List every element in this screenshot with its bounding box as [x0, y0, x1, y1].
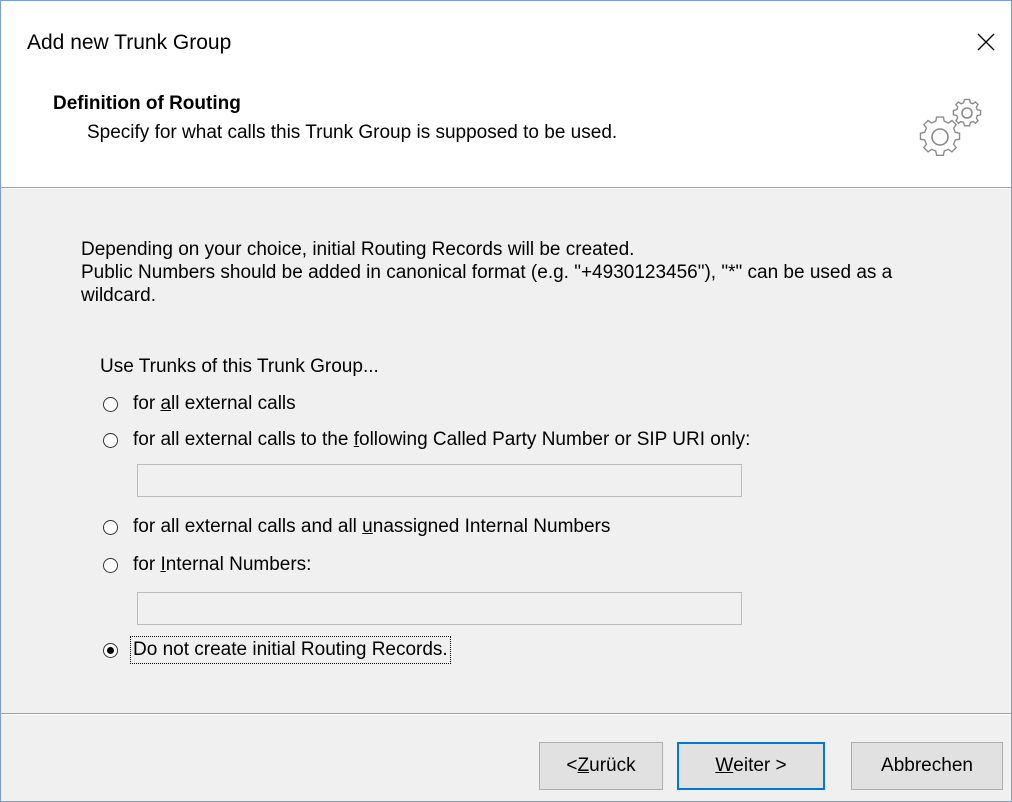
radio-button-selected[interactable] [103, 642, 118, 658]
radio-following-number[interactable]: for all external calls to the following … [103, 427, 750, 453]
radio-button[interactable] [103, 396, 118, 412]
radio-label: for all external calls and all unassigne… [133, 516, 611, 537]
close-icon[interactable] [969, 25, 1003, 59]
radio-label: for all external calls [133, 393, 296, 414]
options-group-label: Use Trunks of this Trunk Group... [100, 356, 379, 377]
called-party-number-input[interactable] [137, 464, 742, 497]
title-bar: Add new Trunk Group [1, 1, 1011, 85]
radio-all-external[interactable]: for all external calls [103, 391, 296, 417]
radio-label: for Internal Numbers: [133, 554, 312, 575]
radio-button[interactable] [103, 519, 118, 535]
radio-no-records[interactable]: Do not create initial Routing Records. [103, 636, 451, 664]
back-button[interactable]: < Zurück [539, 742, 663, 790]
cancel-button[interactable]: Abbrechen [851, 742, 1003, 790]
description-line-2: Public Numbers should be added in canoni… [81, 262, 893, 306]
radio-unassigned[interactable]: for all external calls and all unassigne… [103, 514, 610, 540]
radio-label: Do not create initial Routing Records. [130, 636, 451, 664]
description: Depending on your choice, initial Routin… [81, 238, 961, 307]
radio-label: for all external calls to the following … [133, 429, 751, 450]
window-title: Add new Trunk Group [27, 31, 232, 54]
radio-internal-numbers[interactable]: for Internal Numbers: [103, 552, 311, 578]
header-title: Definition of Routing [53, 93, 241, 114]
next-button[interactable]: Weiter > [677, 742, 825, 790]
header-subtitle: Specify for what calls this Trunk Group … [87, 122, 618, 143]
radio-button[interactable] [103, 432, 118, 448]
dialog-window: Add new Trunk Group Definition of Routin… [0, 0, 1012, 802]
radio-button[interactable] [103, 557, 118, 573]
gears-icon [907, 91, 987, 171]
wizard-header: Definition of Routing Specify for what c… [1, 85, 1011, 187]
internal-numbers-input[interactable] [137, 592, 742, 625]
description-line-1: Depending on your choice, initial Routin… [81, 239, 635, 260]
